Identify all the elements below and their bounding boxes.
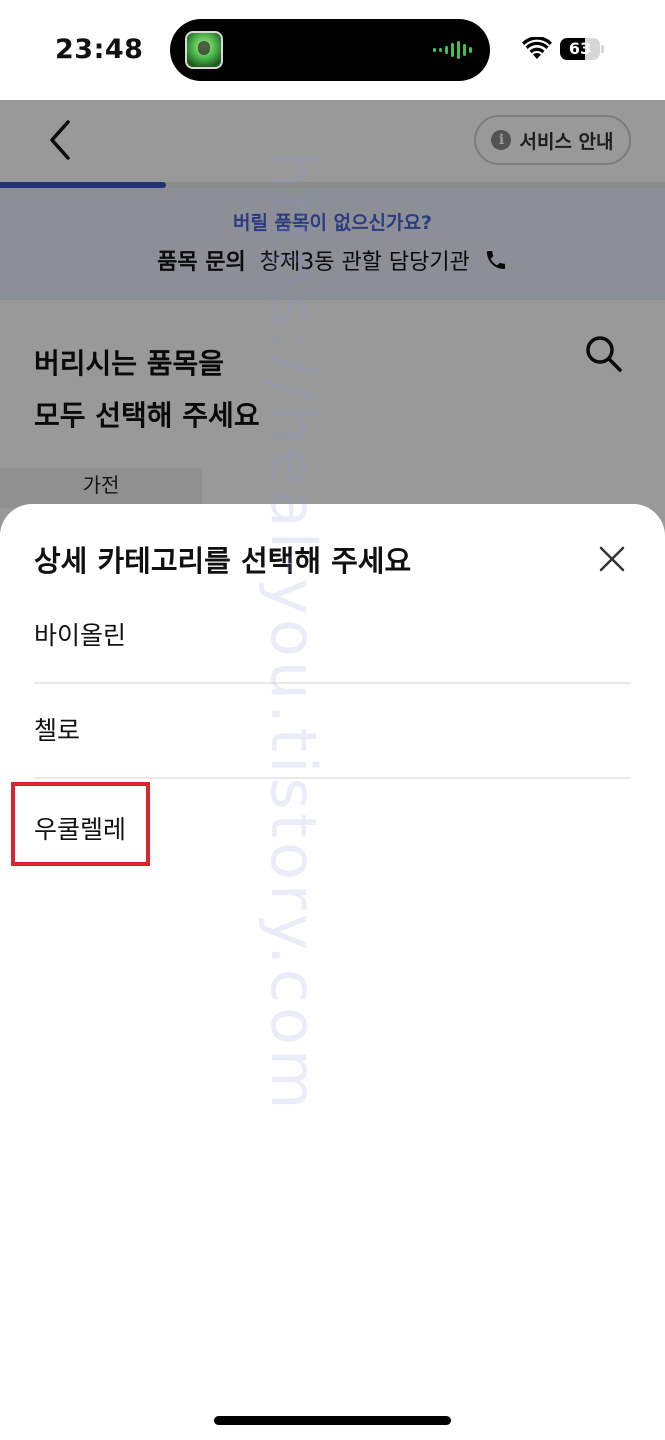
category-bottom-sheet: 상세 카테고리를 선택해 주세요 바이올린 첼로 우쿨렐레 bbox=[0, 504, 665, 1440]
sheet-title: 상세 카테고리를 선택해 주세요 bbox=[34, 544, 412, 578]
battery-percent: 63 bbox=[568, 39, 592, 58]
wifi-icon bbox=[522, 37, 552, 59]
status-bar: 23:48 63 bbox=[0, 0, 665, 100]
close-icon[interactable] bbox=[597, 544, 627, 574]
option-cello[interactable]: 첼로 bbox=[34, 683, 631, 779]
voice-app-icon bbox=[185, 31, 223, 69]
option-label: 바이올린 bbox=[34, 621, 127, 650]
highlight-box bbox=[11, 782, 150, 866]
option-label: 첼로 bbox=[34, 716, 81, 745]
home-indicator[interactable] bbox=[214, 1416, 451, 1425]
status-time: 23:48 bbox=[55, 34, 144, 65]
battery-icon: 63 bbox=[560, 38, 604, 60]
dynamic-island[interactable] bbox=[170, 19, 490, 81]
audio-wave-icon bbox=[433, 41, 472, 59]
option-violin[interactable]: 바이올린 bbox=[34, 588, 631, 684]
